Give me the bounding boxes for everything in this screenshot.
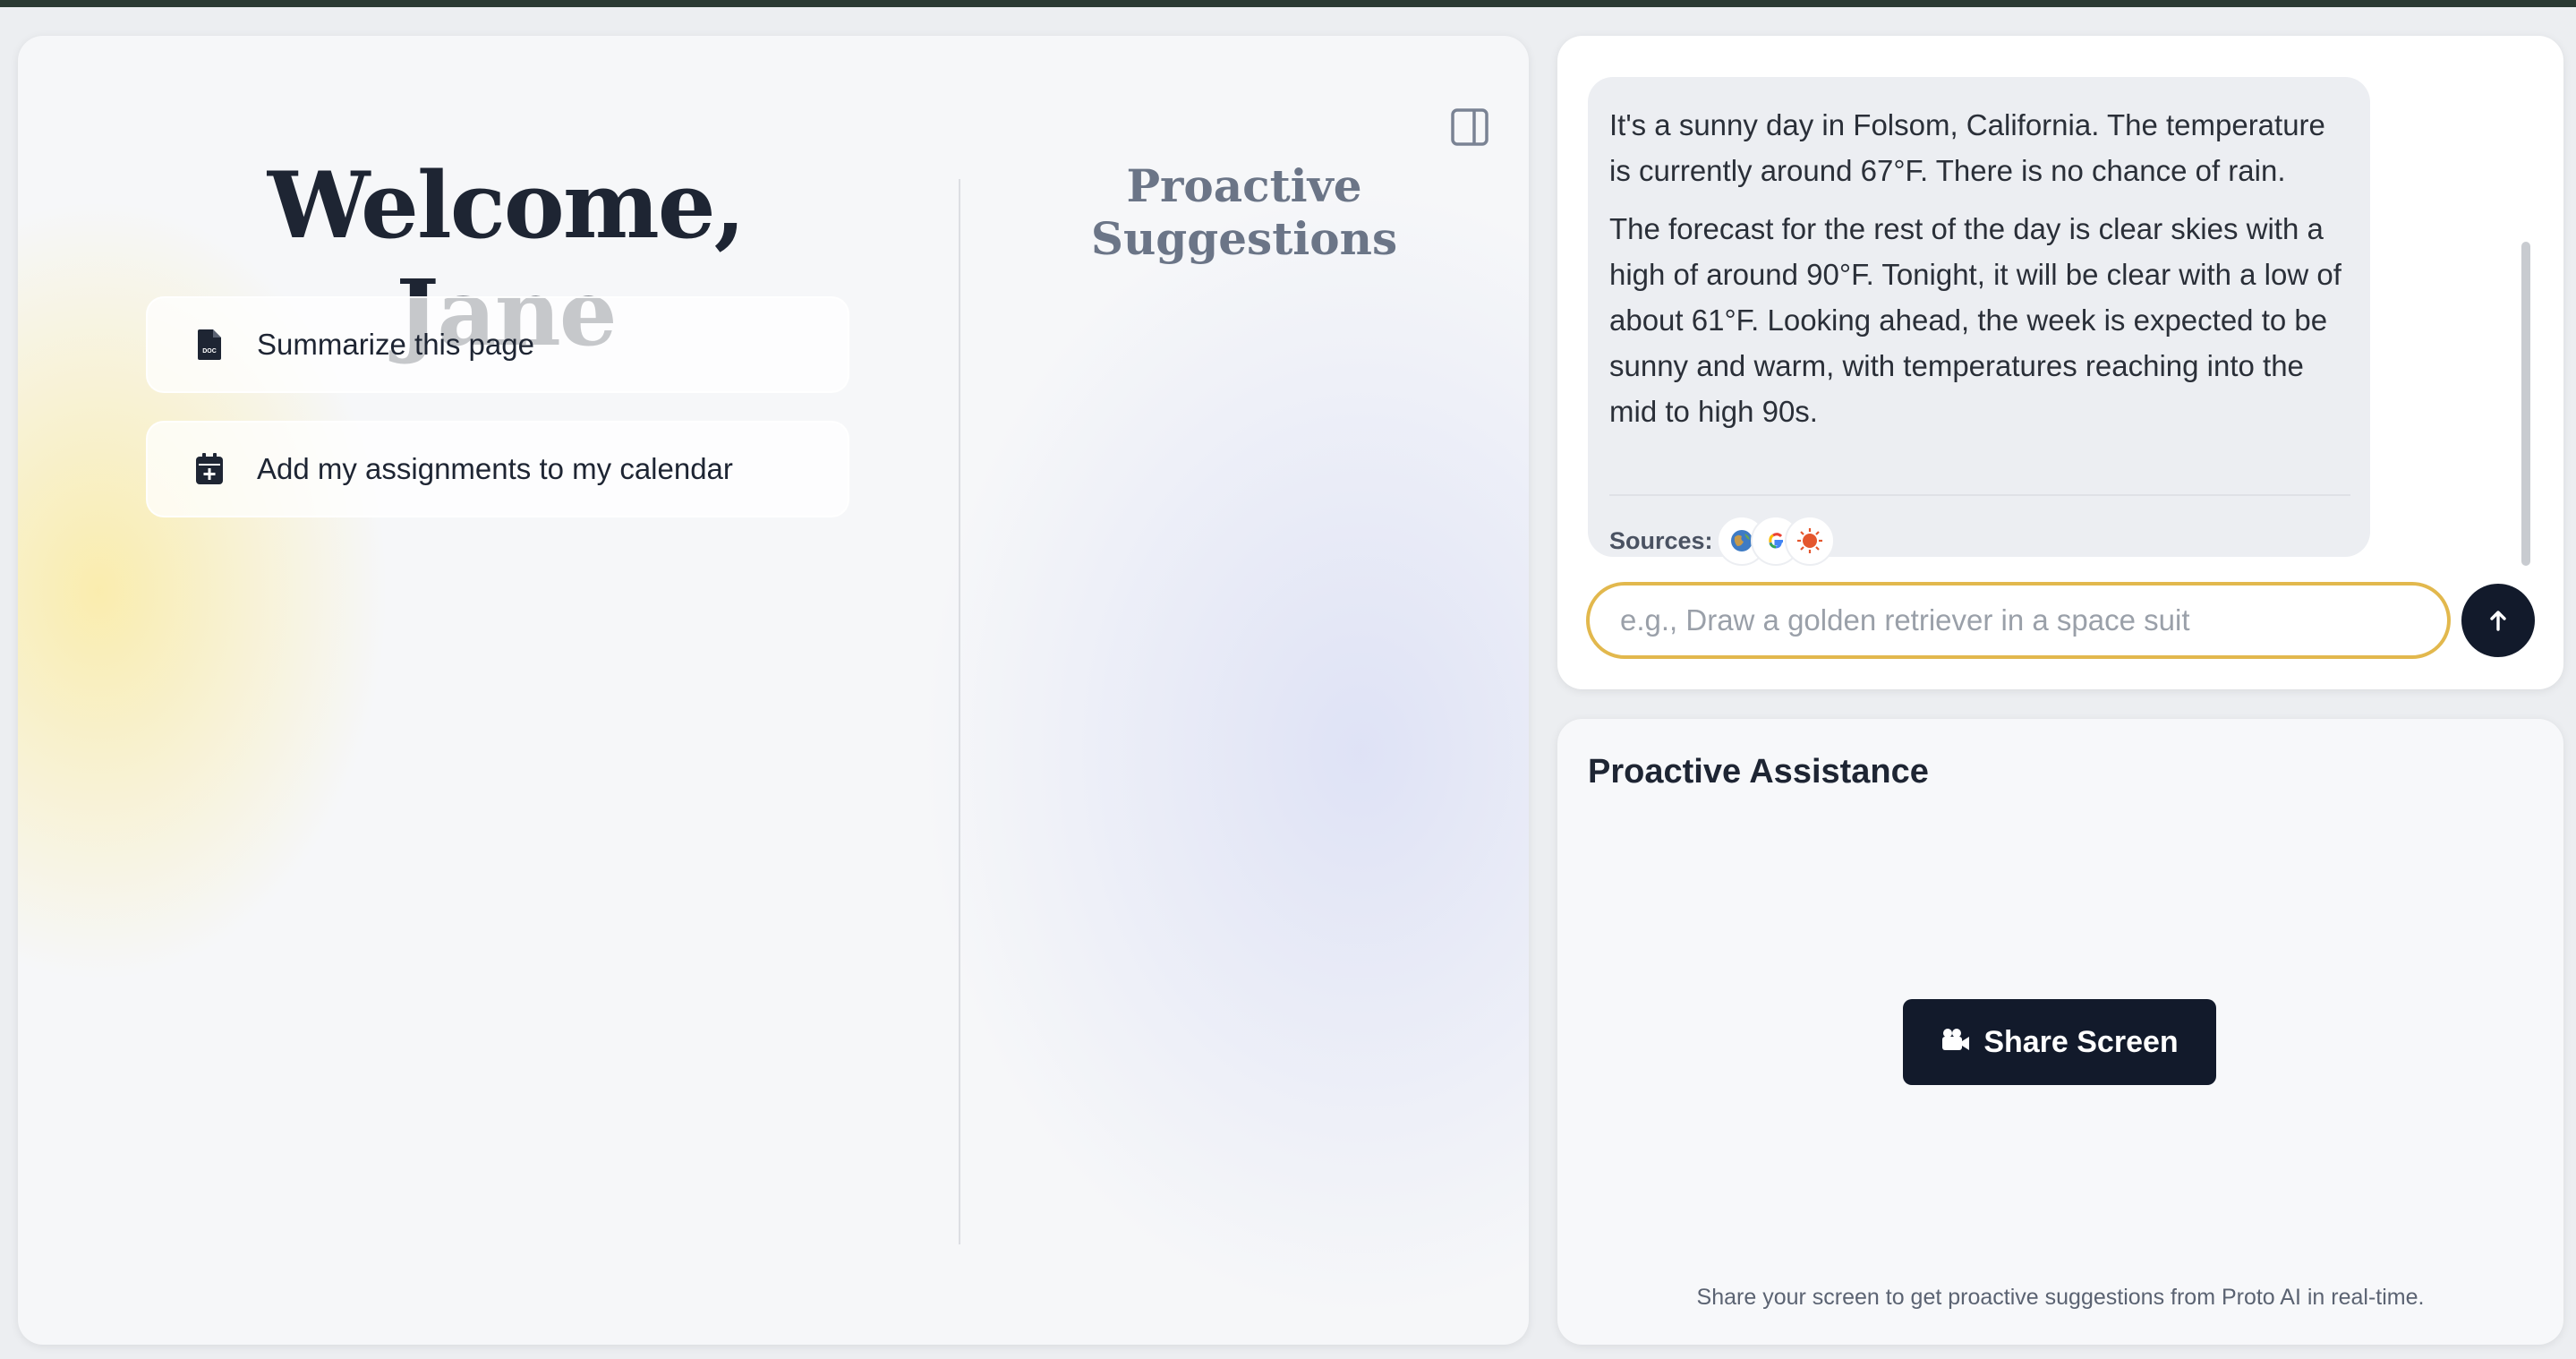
message-paragraph: It's a sunny day in Folsom, California. … [1609, 108, 2325, 187]
send-button[interactable] [2461, 584, 2535, 657]
svg-text:DOC: DOC [202, 348, 217, 355]
share-screen-label: Share Screen [1983, 1024, 2179, 1059]
orange-sun-icon[interactable] [1784, 516, 1835, 566]
arrow-up-icon [2490, 611, 2506, 631]
proactive-assistance-card: Proactive Assistance Share Screen Share … [1557, 719, 2563, 1345]
share-screen-hint: Share your screen to get proactive sugge… [1696, 1285, 2425, 1310]
video-camera-icon [1941, 1028, 1971, 1057]
proactive-suggestions-title: Proactive Suggestions [1090, 159, 1398, 265]
action-label: Add my assignments to my calendar [257, 452, 733, 485]
chat-card: It's a sunny day in Folsom, California. … [1557, 36, 2563, 689]
assistant-message-bubble: It's a sunny day in Folsom, California. … [1588, 77, 2370, 566]
sources-label: Sources: [1609, 526, 1713, 554]
add-assignments-calendar-button[interactable]: Add my assignments to my calendar [146, 421, 849, 517]
message-paragraph: The forecast for the rest of the day is … [1609, 212, 2341, 428]
summarize-page-button[interactable]: DOC Summarize this page [146, 296, 849, 393]
home-panel: Welcome, Jane DOC Summarize this page Ad… [18, 36, 1529, 1345]
document-icon: DOC [194, 328, 225, 362]
share-screen-button[interactable]: Share Screen [1903, 999, 2216, 1085]
proactive-assistance-title: Proactive Assistance [1588, 753, 1929, 791]
sources-row: Sources: [1609, 516, 1835, 566]
calendar-add-icon [194, 452, 225, 486]
chat-scrollbar[interactable] [2521, 242, 2530, 566]
sources-divider [1609, 494, 2350, 496]
sidebar-toggle-icon[interactable] [1450, 107, 1489, 147]
column-divider [959, 179, 960, 1244]
action-label: Summarize this page [257, 328, 534, 361]
window-top-bar [0, 0, 2576, 7]
chat-input[interactable] [1586, 582, 2451, 659]
